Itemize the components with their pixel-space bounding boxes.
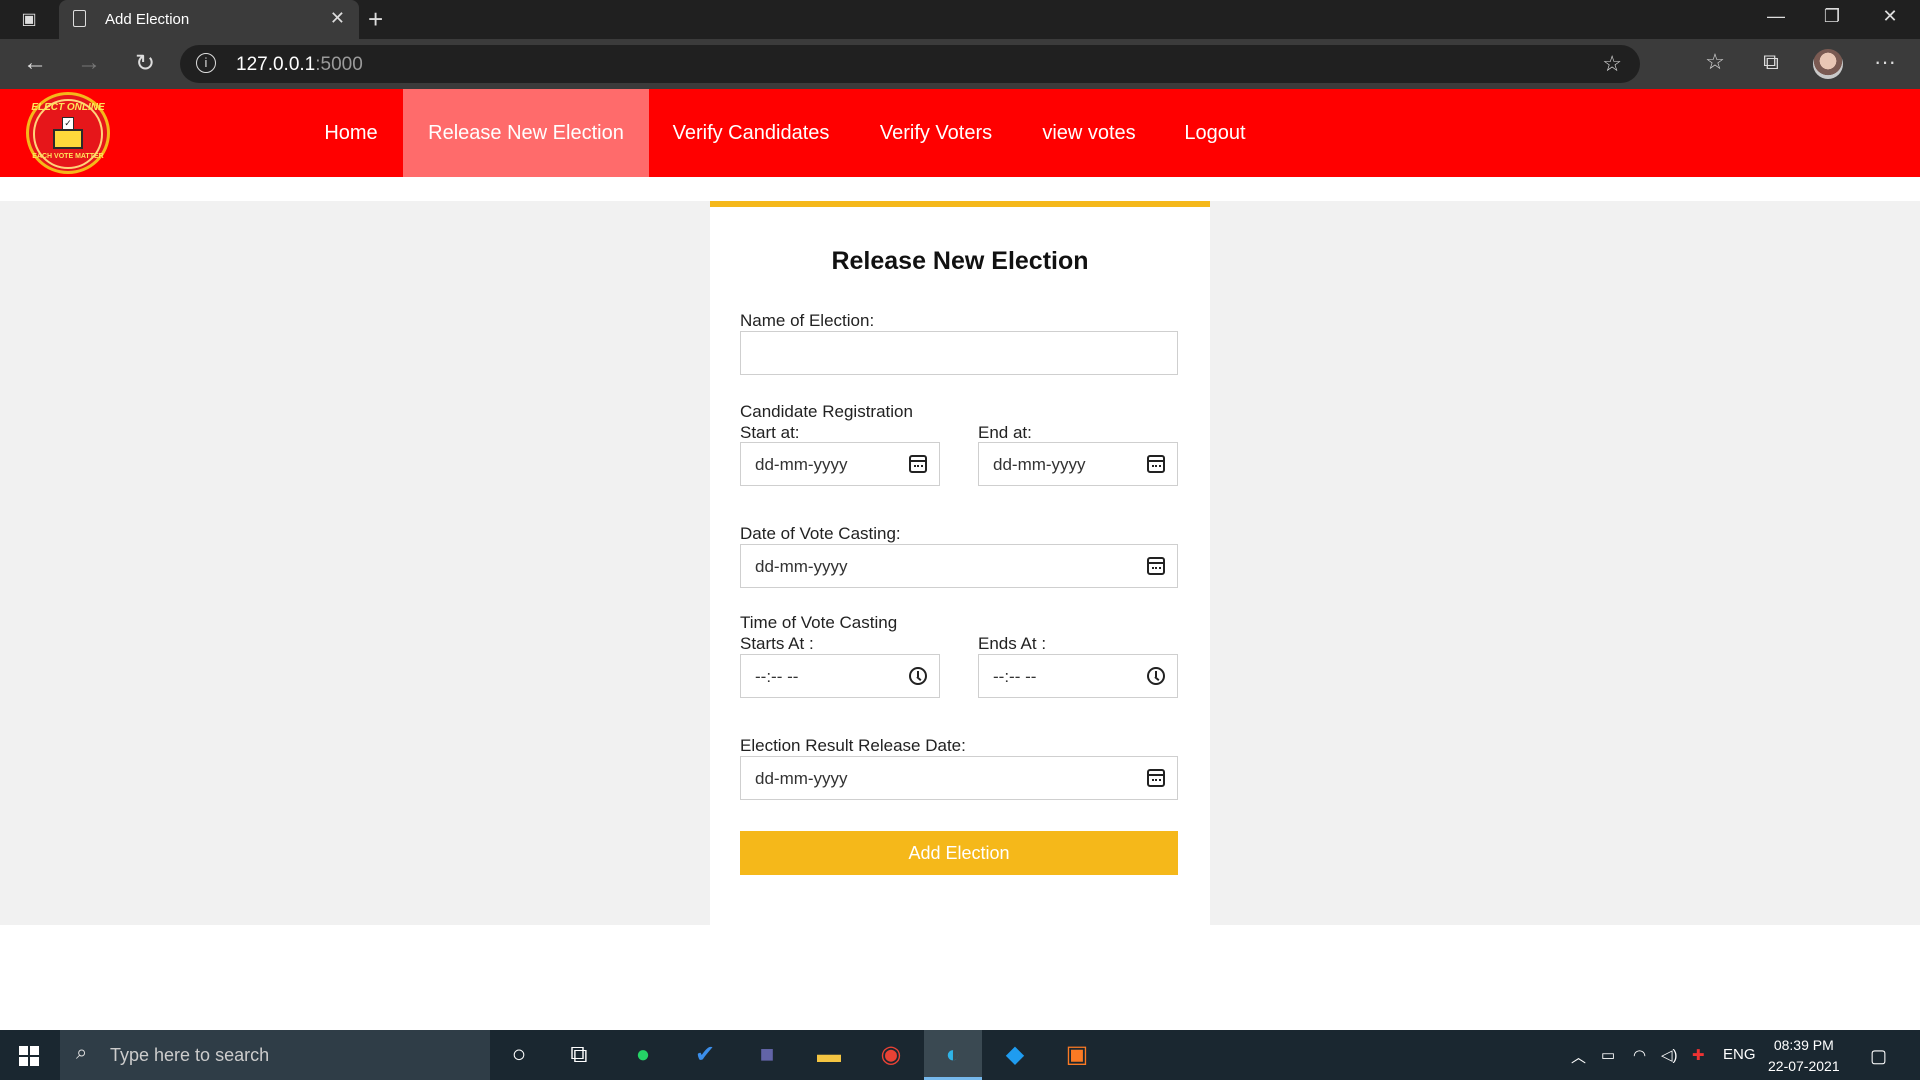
notification-app-icon[interactable]: ✚	[1692, 1046, 1705, 1064]
search-icon: ⌕	[76, 1042, 88, 1064]
windows-taskbar: ⌕ Type here to search ○ ⧉ ● ✔ ■ ▬ ◉ ◐ ◆ …	[0, 1030, 1920, 1080]
teams-icon[interactable]: ■	[738, 1030, 796, 1080]
release-election-form: Release New Election Name of Election: C…	[710, 201, 1210, 925]
candidate-start-date-input[interactable]: dd-mm-yyyy	[740, 442, 940, 486]
starts-at-label: Starts At :	[740, 634, 814, 653]
election-name-input[interactable]	[740, 331, 1178, 375]
nav-view-votes[interactable]: view votes	[1030, 89, 1148, 177]
task-view-icon[interactable]: ⧉	[550, 1030, 608, 1080]
ends-at-label: Ends At :	[978, 634, 1047, 653]
url-text: 127.0.0.1:5000	[236, 54, 363, 75]
start-at-label: Start at:	[740, 423, 800, 442]
language-indicator[interactable]: ENG	[1723, 1046, 1756, 1063]
calendar-icon[interactable]	[1147, 455, 1165, 473]
tab-close-icon[interactable]: ✕	[330, 8, 345, 29]
page-icon	[73, 10, 86, 27]
vscode-icon[interactable]: ◆	[986, 1030, 1044, 1080]
taskbar-search[interactable]: ⌕ Type here to search	[60, 1030, 490, 1080]
ballot-box-icon	[53, 129, 83, 149]
candidate-start-date-value: dd-mm-yyyy	[755, 455, 848, 474]
cortana-icon[interactable]: ○	[490, 1030, 548, 1080]
vote-end-time-input[interactable]: --:-- --	[978, 654, 1178, 698]
nav-logout[interactable]: Logout	[1172, 89, 1258, 177]
name-label: Name of Election:	[740, 311, 875, 330]
todo-icon[interactable]: ✔	[676, 1030, 734, 1080]
vote-date-value: dd-mm-yyyy	[755, 557, 848, 576]
calendar-icon[interactable]	[909, 455, 927, 473]
tab-actions-icon[interactable]: ▣	[18, 9, 40, 31]
browser-toolbar: ← → ↻ i 127.0.0.1:5000 ☆ ☆ ⧉ ···	[0, 39, 1920, 89]
back-icon[interactable]: ←	[20, 49, 50, 77]
logo-text-bottom: EACH VOTE MATTER	[32, 153, 104, 160]
add-election-button[interactable]: Add Election	[740, 831, 1178, 875]
candidate-registration-label: Candidate Registration	[740, 402, 913, 421]
whatsapp-icon[interactable]: ●	[614, 1030, 672, 1080]
tab-title: Add Election	[105, 11, 190, 28]
nav-home[interactable]: Home	[305, 89, 397, 177]
action-center-icon[interactable]: ▢	[1870, 1046, 1887, 1067]
forward-icon[interactable]: →	[74, 49, 104, 77]
end-at-label: End at:	[978, 423, 1032, 442]
nav-verify-voters[interactable]: Verify Voters	[864, 89, 1008, 177]
favorites-icon[interactable]: ☆	[1700, 49, 1730, 75]
edge-icon[interactable]: ◐	[924, 1030, 982, 1080]
clock-time: 08:39 PM	[1773, 1037, 1834, 1053]
vote-date-label: Date of Vote Casting:	[740, 524, 901, 543]
address-bar[interactable]: i 127.0.0.1:5000 ☆	[180, 45, 1640, 83]
candidate-end-date-input[interactable]: dd-mm-yyyy	[978, 442, 1178, 486]
result-date-value: dd-mm-yyyy	[755, 769, 848, 788]
clock-date: 22-07-2021	[1768, 1058, 1840, 1074]
show-hidden-icons[interactable]: ︿	[1571, 1046, 1586, 1067]
restore-icon[interactable]: ❐	[1812, 6, 1852, 27]
xampp-icon[interactable]: ▣	[1048, 1030, 1106, 1080]
search-placeholder: Type here to search	[110, 1045, 270, 1065]
calendar-icon[interactable]	[1147, 769, 1165, 787]
more-menu-icon[interactable]: ···	[1870, 49, 1900, 75]
clock-icon[interactable]	[909, 667, 927, 685]
volume-icon[interactable]: ◁)	[1661, 1046, 1678, 1064]
battery-icon[interactable]: ▭	[1601, 1046, 1615, 1064]
vote-start-time-value: --:-- --	[755, 667, 799, 686]
add-favorite-icon[interactable]: ☆	[1602, 51, 1622, 77]
clock-icon[interactable]	[1147, 667, 1165, 685]
new-tab-icon[interactable]: +	[368, 4, 383, 35]
wifi-icon[interactable]: ◠	[1633, 1046, 1646, 1064]
result-date-input[interactable]: dd-mm-yyyy	[740, 756, 1178, 800]
vote-end-time-value: --:-- --	[993, 667, 1037, 686]
vote-start-time-input[interactable]: --:-- --	[740, 654, 940, 698]
vote-time-label: Time of Vote Casting	[740, 613, 898, 632]
browser-tab[interactable]: Add Election ✕	[59, 0, 359, 39]
windows-start-icon[interactable]	[19, 1046, 39, 1066]
taskbar-clock[interactable]: 08:39 PM 22-07-2021	[1768, 1035, 1840, 1077]
chrome-icon[interactable]: ◉	[862, 1030, 920, 1080]
site-info-icon[interactable]: i	[196, 53, 216, 73]
close-window-icon[interactable]: ✕	[1870, 6, 1910, 27]
vote-date-input[interactable]: dd-mm-yyyy	[740, 544, 1178, 588]
minimize-icon[interactable]: —	[1756, 6, 1796, 27]
logo-text-top: ELECT ONLINE	[31, 102, 105, 113]
nav-release-new-election[interactable]: Release New Election	[403, 89, 649, 177]
result-date-label: Election Result Release Date:	[740, 736, 966, 755]
calendar-icon[interactable]	[1147, 557, 1165, 575]
form-title: Release New Election	[831, 247, 1089, 275]
browser-titlebar: ▣ Add Election ✕ + — ❐ ✕	[0, 0, 1920, 39]
collections-icon[interactable]: ⧉	[1756, 49, 1786, 75]
file-explorer-icon[interactable]: ▬	[800, 1030, 858, 1080]
profile-avatar[interactable]	[1813, 49, 1843, 79]
elect-online-logo[interactable]: ELECT ONLINE ✓ EACH VOTE MATTER	[26, 92, 110, 174]
nav-verify-candidates[interactable]: Verify Candidates	[658, 89, 844, 177]
refresh-icon[interactable]: ↻	[130, 49, 160, 78]
site-header: ELECT ONLINE ✓ EACH VOTE MATTER Home Rel…	[0, 89, 1920, 177]
candidate-end-date-value: dd-mm-yyyy	[993, 455, 1086, 474]
